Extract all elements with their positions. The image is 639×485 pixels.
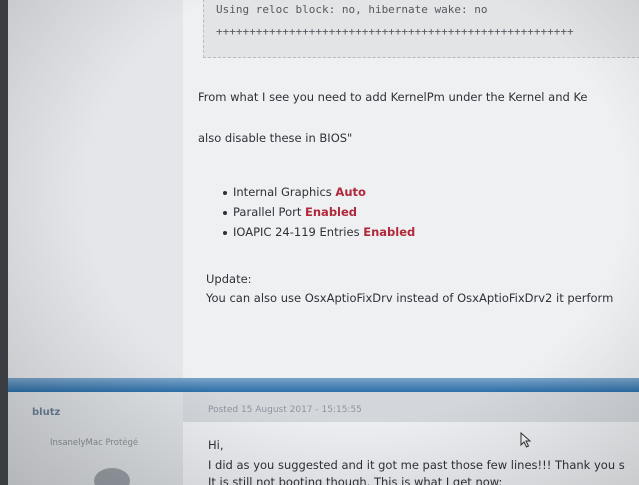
forum-post: Using reloc block: no, hibernate wake: n… bbox=[183, 0, 639, 378]
update-label: Update: bbox=[206, 272, 252, 286]
bios-item-label: IOAPIC 24-119 Entries bbox=[233, 225, 360, 239]
list-item: Parallel Port Enabled bbox=[223, 202, 415, 222]
bullet-icon bbox=[223, 210, 227, 215]
reply-paragraph: I did as you suggested and it got me pas… bbox=[208, 458, 625, 472]
username-link[interactable]: blutz bbox=[32, 407, 60, 418]
bios-item-label: Internal Graphics bbox=[233, 185, 332, 199]
bios-item-label: Parallel Port bbox=[233, 205, 302, 219]
code-line: Using reloc block: no, hibernate wake: n… bbox=[216, 3, 488, 16]
reply-paragraph: It is still not booting though. This is … bbox=[208, 475, 503, 485]
code-block: Using reloc block: no, hibernate wake: n… bbox=[203, 0, 639, 58]
user-title: InsanelyMac Protégé bbox=[50, 438, 139, 448]
mouse-cursor-icon bbox=[520, 432, 532, 448]
reply-greeting: Hi, bbox=[208, 438, 224, 452]
post-paragraph: From what I see you need to add KernelPm… bbox=[198, 90, 588, 104]
bullet-icon bbox=[223, 190, 227, 195]
monitor-screen: Using reloc block: no, hibernate wake: n… bbox=[8, 0, 639, 485]
bios-item-value: Auto bbox=[335, 185, 366, 199]
bios-item-value: Enabled bbox=[305, 205, 358, 219]
avatar[interactable] bbox=[94, 468, 130, 485]
list-item: Internal Graphics Auto bbox=[223, 182, 415, 202]
reply-body: Hi, I did as you suggested and it got me… bbox=[183, 422, 639, 485]
post-author-column bbox=[8, 0, 183, 378]
post-divider bbox=[8, 378, 639, 392]
bios-item-value: Enabled bbox=[363, 225, 416, 239]
reply-author-column: blutz InsanelyMac Protégé bbox=[8, 392, 183, 485]
code-line: ++++++++++++++++++++++++++++++++++++++++… bbox=[216, 25, 574, 38]
post-date: Posted 15 August 2017 - 15:15:55 bbox=[208, 405, 362, 415]
post-paragraph: also disable these in BIOS" bbox=[198, 131, 353, 145]
list-item: IOAPIC 24-119 Entries Enabled bbox=[223, 222, 415, 242]
bios-settings-list: Internal Graphics Auto Parallel Port Ena… bbox=[223, 182, 415, 242]
update-text: You can also use OsxAptioFixDrv instead … bbox=[206, 291, 614, 305]
reply-header: Posted 15 August 2017 - 15:15:55 bbox=[183, 392, 639, 422]
bullet-icon bbox=[223, 230, 227, 235]
